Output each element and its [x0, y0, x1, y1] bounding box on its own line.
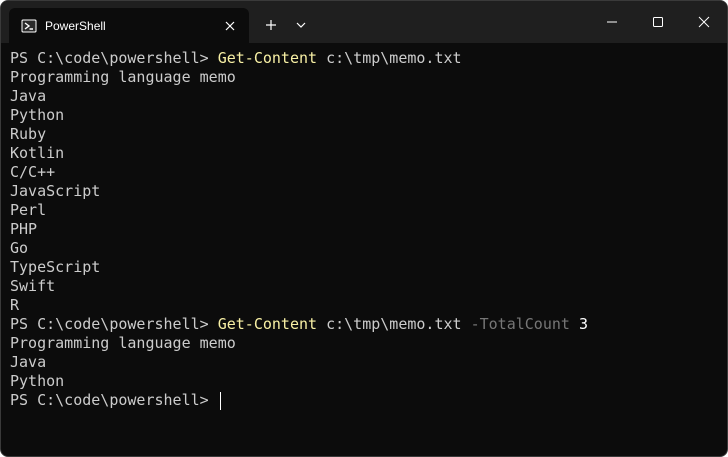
terminal-output[interactable]: PS C:\code\powershell> Get-Content c:\tm…: [10, 49, 718, 449]
command-args: c:\tmp\memo.txt: [317, 315, 471, 333]
prompt: PS C:\code\powershell>: [10, 49, 218, 67]
command-line: PS C:\code\powershell> Get-Content c:\tm…: [10, 315, 718, 334]
output-line: Ruby: [10, 125, 47, 143]
cmdlet: Get-Content: [217, 315, 318, 333]
close-icon: [698, 16, 710, 28]
output-line: Java: [10, 87, 47, 105]
output-line: R: [10, 296, 20, 314]
output-line: Java: [10, 353, 47, 371]
minimize-icon: [607, 21, 617, 23]
cmdlet: Get-Content: [217, 49, 318, 67]
tab-title: PowerShell: [45, 19, 106, 33]
output-line: JavaScript: [10, 182, 101, 200]
command-args: c:\tmp\memo.txt: [317, 49, 462, 67]
output-line: Python: [10, 106, 65, 124]
parameter-value: 3: [569, 315, 588, 333]
powershell-icon: [21, 18, 37, 34]
close-tab-icon[interactable]: [221, 17, 239, 35]
output-line: TypeScript: [10, 258, 101, 276]
parameter: -TotalCount: [470, 315, 570, 333]
tab-powershell[interactable]: PowerShell: [9, 8, 249, 43]
minimize-button[interactable]: [589, 1, 635, 43]
title-bar: PowerShell: [1, 1, 727, 43]
maximize-icon: [653, 17, 663, 27]
text-cursor: [219, 391, 221, 410]
output-line: Programming language memo: [10, 68, 236, 86]
chevron-down-icon[interactable]: [291, 14, 311, 36]
output-line: Python: [10, 372, 65, 390]
output-line: Perl: [10, 201, 47, 219]
output-line: C/C++: [10, 163, 56, 181]
output-line: Programming language memo: [10, 334, 236, 352]
prompt: PS C:\code\powershell>: [10, 315, 218, 333]
output-line: Go: [10, 239, 29, 257]
maximize-button[interactable]: [635, 1, 681, 43]
output-line: PHP: [10, 220, 38, 238]
prompt: PS C:\code\powershell>: [10, 391, 218, 409]
output-line: Swift: [10, 277, 56, 295]
output-line: Kotlin: [10, 144, 65, 162]
plus-icon[interactable]: [260, 14, 282, 36]
input-line[interactable]: PS C:\code\powershell>: [10, 391, 718, 410]
close-window-button[interactable]: [681, 1, 727, 43]
terminal-window: PowerShell PS C:\code\powershell> Get-Co…: [0, 0, 728, 457]
command-line: PS C:\code\powershell> Get-Content c:\tm…: [10, 49, 718, 68]
